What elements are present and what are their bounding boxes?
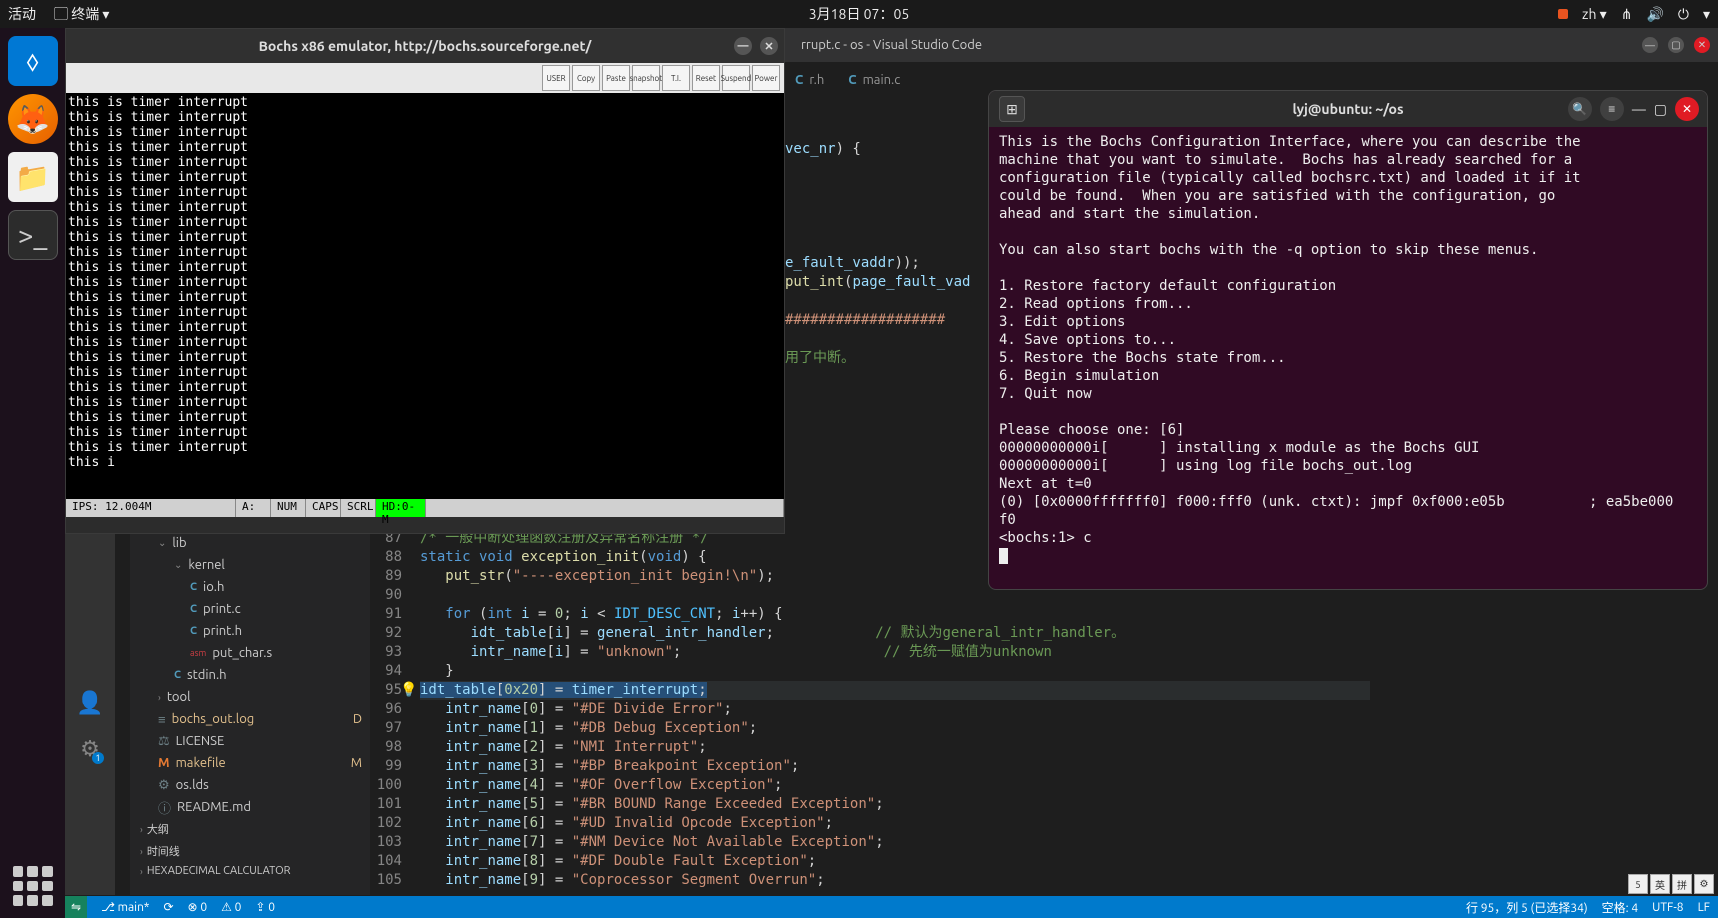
dock-files-icon[interactable]: 📁 [8,152,58,202]
explorer-item-print.h[interactable]: Cprint.h [130,620,370,642]
explorer-item-makefile[interactable]: MmakefileM [130,752,370,774]
maximize-button[interactable]: ▢ [1654,101,1667,118]
vscode-statusbar: ⇋ ⎇ main* ⟳ ⊗ 0 ⚠ 0 ⇪ 0 行 95，列 5 (已选择34)… [65,896,1718,918]
clock[interactable]: 3月18日 07：05 [809,4,909,24]
explorer-section-大纲[interactable]: › 大纲 [130,818,370,840]
sync-button[interactable]: ⟳ [163,900,173,914]
tray-item[interactable]: 拼 [1672,874,1692,894]
dock-vscode-icon[interactable]: ⬨ [8,36,58,86]
bochs-titlebar[interactable]: Bochs x86 emulator, http://bochs.sourcef… [66,29,784,63]
bochs-tool-snapshot[interactable]: snapshot [632,65,660,91]
tray-item[interactable]: ⚙ [1694,874,1714,894]
bochs-vga-output: this is timer interrupt this is timer in… [66,93,784,499]
bochs-tool-t.i.[interactable]: T.I. [662,65,690,91]
tray-item[interactable]: 英 [1650,874,1670,894]
explorer-item-README.md[interactable]: ⓘREADME.md [130,796,370,818]
bochs-ips: IPS: 12.004M [66,499,236,517]
warnings-button[interactable]: ⚠ 0 [221,900,241,914]
bochs-hd: HD:0-M [376,499,426,517]
minimize-button[interactable]: — [734,37,752,55]
explorer-tree[interactable]: Cmain.c⌄lib⌄kernelCio.hCprint.cCprint.ha… [130,510,370,895]
bochs-tool-suspend[interactable]: Suspend [722,65,750,91]
explorer-item-io.h[interactable]: Cio.h [130,576,370,598]
editor-tabs: C r.h C main.c [785,62,910,97]
encoding[interactable]: UTF-8 [1652,901,1683,914]
menu-button[interactable]: ≡ [1600,97,1624,121]
cursor-position[interactable]: 行 95，列 5 (已选择34) [1466,899,1588,916]
ime-indicator[interactable]: zh ▾ [1582,6,1607,23]
explorer-item-tool[interactable]: ›tool [130,686,370,708]
code-fragment-behind: vec_nr) { e_fault_vaddr)); put_int(page_… [785,140,970,368]
bochs-num: NUM [271,499,306,517]
bochs-toolbar: USERCopyPastesnapshotT.I.ResetSuspendPow… [66,63,784,93]
ports-button[interactable]: ⇪ 0 [255,900,275,914]
activities-button[interactable]: 活动 [8,4,36,24]
bochs-caps: CAPS [306,499,341,517]
maximize-button[interactable]: ▢ [1668,37,1684,53]
explorer-item-LICENSE[interactable]: ⚖LICENSE [130,730,370,752]
bochs-tool-user[interactable]: USER [542,65,570,91]
account-icon[interactable]: 👤 [76,690,103,716]
explorer-section-HEXADECIMAL CALCULATOR[interactable]: › HEXADECIMAL CALCULATOR [130,862,370,880]
dock-terminal-icon[interactable]: >_ [8,210,58,260]
terminal-titlebar[interactable]: ⊞ lyj@ubuntu: ~/os 🔍 ≡ — ▢ ✕ [989,91,1707,127]
tab-main.c[interactable]: C main.c [838,73,910,87]
dock-firefox-icon[interactable]: 🦊 [8,94,58,144]
settings-gear-icon[interactable]: ⚙1 [80,736,100,762]
explorer-item-bochs_out.log[interactable]: ≡bochs_out.logD [130,708,370,730]
close-button[interactable]: ✕ [760,37,778,55]
bochs-statusbar: IPS: 12.004M A: NUM CAPS SCRL HD:0-M [66,499,784,517]
network-icon[interactable]: ⋔ [1621,6,1633,23]
bochs-drive-a: A: [236,499,271,517]
activity-bar: 👤 ⚙1 [65,510,115,895]
volume-icon[interactable]: 🔊 [1646,6,1663,23]
tray-item[interactable]: 5 [1628,874,1648,894]
eol[interactable]: LF [1698,901,1710,914]
terminal-content[interactable]: This is the Bochs Configuration Interfac… [989,127,1707,571]
explorer-item-put_char.s[interactable]: asmput_char.s [130,642,370,664]
new-tab-button[interactable]: ⊞ [999,96,1025,122]
minimize-button[interactable]: — [1642,37,1658,53]
dock-apps-button[interactable] [13,866,53,906]
explorer-item-lib[interactable]: ⌄lib [130,532,370,554]
close-button[interactable]: ✕ [1675,97,1699,121]
terminal-window: ⊞ lyj@ubuntu: ~/os 🔍 ≡ — ▢ ✕ This is the… [988,90,1708,590]
bochs-window: Bochs x86 emulator, http://bochs.sourcef… [65,28,785,534]
indentation[interactable]: 空格: 4 [1602,899,1638,916]
bochs-title-text: Bochs x86 emulator, http://bochs.sourcef… [259,38,592,54]
explorer-item-kernel[interactable]: ⌄kernel [130,554,370,576]
close-button[interactable]: ✕ [1694,37,1710,53]
bochs-tool-power[interactable]: Power [752,65,780,91]
terminal-title-text: lyj@ubuntu: ~/os [1292,101,1403,117]
vscode-title-text: rrupt.c - os - Visual Studio Code [801,38,982,52]
branch-button[interactable]: ⎇ main* [101,900,149,914]
bochs-tool-reset[interactable]: Reset [692,65,720,91]
system-menu-chevron-icon[interactable]: ▾ [1703,6,1710,23]
explorer-section-时间线[interactable]: › 时间线 [130,840,370,862]
search-button[interactable]: 🔍 [1568,97,1592,121]
errors-button[interactable]: ⊗ 0 [188,900,208,914]
bochs-scrl: SCRL [341,499,376,517]
power-icon[interactable]: ⏻ [1678,6,1689,23]
remote-button[interactable]: ⇋ [65,896,87,918]
ime-tray[interactable]: 5英拼⚙ [1628,874,1714,894]
ime-badge-icon [1558,9,1568,19]
explorer-item-print.c[interactable]: Cprint.c [130,598,370,620]
bochs-tool-paste[interactable]: Paste [602,65,630,91]
minimize-button[interactable]: — [1632,101,1646,117]
bochs-tool-copy[interactable]: Copy [572,65,600,91]
explorer-item-os.lds[interactable]: ⚙os.lds [130,774,370,796]
app-menu[interactable]: ▢ 终端 ▾ [54,4,109,24]
tab-r.h[interactable]: C r.h [785,73,834,87]
gnome-topbar: 活动 ▢ 终端 ▾ 3月18日 07：05 zh ▾ ⋔ 🔊 ⏻ ▾ [0,0,1718,28]
dock: ⬨ 🦊 📁 >_ [0,28,65,918]
explorer-item-stdin.h[interactable]: Cstdin.h [130,664,370,686]
